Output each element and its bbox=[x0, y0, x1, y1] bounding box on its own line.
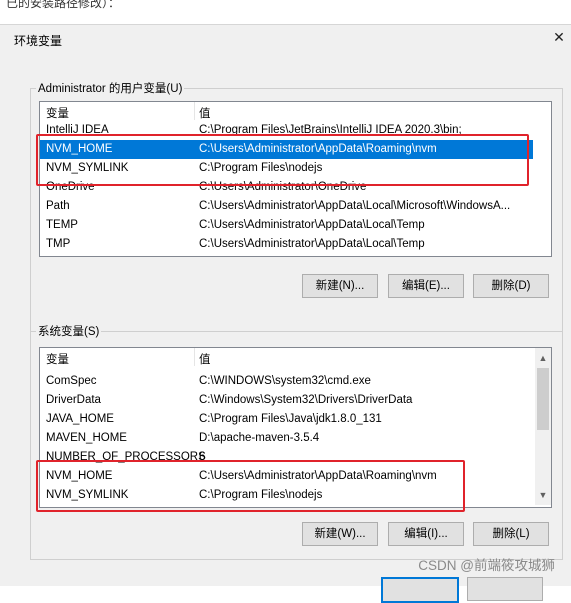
column-header-value[interactable]: 值 bbox=[199, 351, 211, 367]
scrollbar-thumb[interactable] bbox=[537, 368, 549, 430]
user-variables-label: Administrator 的用户变量(U) bbox=[36, 80, 185, 96]
variable-value: C:\WINDOWS\system32\cmd.exe bbox=[199, 375, 371, 387]
column-header-variable[interactable]: 变量 bbox=[46, 105, 69, 121]
user-delete-button[interactable]: 删除(D) bbox=[473, 274, 549, 298]
variable-name: ComSpec bbox=[46, 375, 97, 387]
list-item[interactable]: Path C:\Users\Administrator\AppData\Loca… bbox=[40, 197, 551, 216]
chevron-down-icon[interactable]: ▼ bbox=[535, 487, 551, 503]
chevron-up-icon[interactable]: ▲ bbox=[535, 350, 551, 366]
list-item[interactable]: TEMP C:\Users\Administrator\AppData\Loca… bbox=[40, 216, 551, 235]
list-item[interactable]: JAVA_HOME C:\Program Files\Java\jdk1.8.0… bbox=[40, 410, 535, 429]
vertical-scrollbar[interactable]: ▲ ▼ bbox=[535, 348, 551, 505]
list-header: 变量 值 bbox=[40, 102, 551, 120]
ok-button[interactable] bbox=[381, 577, 459, 603]
list-item[interactable]: DriverData C:\Windows\System32\Drivers\D… bbox=[40, 391, 535, 410]
system-delete-button[interactable]: 删除(L) bbox=[473, 522, 549, 546]
variable-name: JAVA_HOME bbox=[46, 413, 114, 425]
highlight-box-user-nvm bbox=[36, 134, 529, 186]
list-item[interactable]: MAVEN_HOME D:\apache-maven-3.5.4 bbox=[40, 429, 535, 448]
variable-value: D:\apache-maven-3.5.4 bbox=[199, 432, 320, 444]
system-variables-label: 系统变量(S) bbox=[36, 323, 102, 339]
list-item[interactable]: ComSpec C:\WINDOWS\system32\cmd.exe bbox=[40, 372, 535, 391]
variable-value: C:\Program Files\Java\jdk1.8.0_131 bbox=[199, 413, 382, 425]
intro-text: 已的安装路径修改）： bbox=[6, 0, 121, 10]
system-edit-button[interactable]: 编辑(I)... bbox=[388, 522, 464, 546]
list-header: 变量 值 bbox=[40, 348, 535, 366]
watermark: CSDN @前端筱攻城狮 bbox=[418, 558, 555, 573]
variable-name: TEMP bbox=[46, 219, 78, 231]
variable-value: C:\Windows\System32\Drivers\DriverData bbox=[199, 394, 413, 406]
close-icon[interactable]: ✕ bbox=[550, 28, 568, 46]
cancel-button[interactable] bbox=[467, 577, 543, 601]
user-new-button[interactable]: 新建(N)... bbox=[302, 274, 378, 298]
column-header-value[interactable]: 值 bbox=[199, 105, 211, 121]
variable-name: TMP bbox=[46, 238, 71, 250]
dialog-title: 环境变量 bbox=[14, 34, 63, 48]
highlight-box-system-nvm bbox=[36, 460, 465, 512]
variable-value: C:\Users\Administrator\AppData\Local\Tem… bbox=[199, 219, 425, 231]
variable-value: C:\Users\Administrator\AppData\Local\Tem… bbox=[199, 238, 425, 250]
system-new-button[interactable]: 新建(W)... bbox=[302, 522, 378, 546]
user-edit-button[interactable]: 编辑(E)... bbox=[388, 274, 464, 298]
variable-name: MAVEN_HOME bbox=[46, 432, 127, 444]
variable-value: C:\Users\Administrator\AppData\Local\Mic… bbox=[199, 200, 511, 212]
variable-name: DriverData bbox=[46, 394, 101, 406]
list-item[interactable]: TMP C:\Users\Administrator\AppData\Local… bbox=[40, 235, 551, 254]
column-header-variable[interactable]: 变量 bbox=[46, 351, 69, 367]
variable-name: Path bbox=[46, 200, 70, 212]
